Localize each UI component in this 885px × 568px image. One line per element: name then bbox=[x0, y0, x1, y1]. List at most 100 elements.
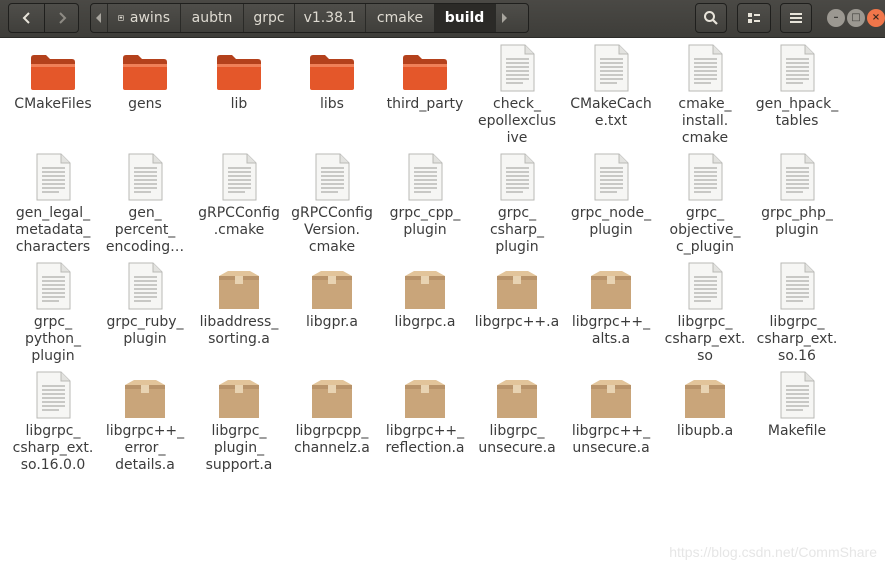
file-item[interactable]: grpc_node_ plugin bbox=[565, 153, 657, 239]
text-file-icon bbox=[215, 153, 263, 201]
file-label: libgrpc++.a bbox=[474, 314, 560, 330]
file-label: CMakeFiles bbox=[14, 96, 92, 112]
text-file-icon bbox=[121, 262, 169, 310]
file-item[interactable]: gen_hpack_ tables bbox=[751, 44, 843, 130]
file-label: libgrpc_ plugin_ support.a bbox=[205, 423, 273, 473]
search-button[interactable] bbox=[695, 3, 727, 33]
menu-button[interactable] bbox=[780, 3, 812, 33]
hamburger-menu-icon bbox=[790, 13, 802, 23]
breadcrumb-item-build[interactable]: build bbox=[435, 4, 495, 32]
file-item[interactable]: gen_legal_ metadata_ characters bbox=[7, 153, 99, 256]
file-label: gen_ percent_ encoding… bbox=[105, 205, 185, 255]
file-item[interactable]: libgrpc++_ unsecure.a bbox=[565, 371, 657, 457]
folder-item[interactable]: CMakeFiles bbox=[7, 44, 99, 113]
file-label: libgrpc++_ alts.a bbox=[571, 314, 651, 347]
archive-file-icon bbox=[308, 262, 356, 310]
file-label: libgpr.a bbox=[306, 314, 358, 330]
folder-icon bbox=[121, 44, 169, 92]
path-scroll-right-button[interactable] bbox=[495, 4, 512, 32]
breadcrumb-label: cmake bbox=[376, 10, 424, 26]
chevron-left-icon bbox=[96, 13, 101, 23]
file-label: libs bbox=[320, 96, 344, 112]
file-item[interactable]: grpc_ruby_ plugin bbox=[99, 262, 191, 348]
minimize-button[interactable]: – bbox=[827, 9, 845, 27]
file-label: CMakeCach e.txt bbox=[570, 96, 652, 129]
file-label: third_party bbox=[386, 96, 464, 112]
file-item[interactable]: libgrpc_ csharp_ext. so bbox=[659, 262, 751, 365]
file-item[interactable]: libupb.a bbox=[659, 371, 751, 440]
text-file-icon bbox=[587, 44, 635, 92]
search-icon bbox=[704, 11, 718, 25]
file-item[interactable]: cmake_ install. cmake bbox=[659, 44, 751, 147]
file-item[interactable]: libgrpc++_ error_ details.a bbox=[99, 371, 191, 474]
file-label: libgrpc_ csharp_ext. so.16.0.0 bbox=[12, 423, 94, 473]
file-label: gRPCConfig Version. cmake bbox=[291, 205, 373, 255]
breadcrumb-item-grpc[interactable]: grpc bbox=[244, 4, 295, 32]
file-item[interactable]: libgrpc_ csharp_ext. so.16.0.0 bbox=[7, 371, 99, 474]
file-item[interactable]: grpc_cpp_ plugin bbox=[379, 153, 471, 239]
archive-file-icon bbox=[215, 371, 263, 419]
view-options-button[interactable] bbox=[737, 3, 771, 33]
forward-button[interactable] bbox=[45, 3, 79, 33]
file-label: libgrpc.a bbox=[394, 314, 456, 330]
file-item[interactable]: libgrpc++.a bbox=[471, 262, 563, 331]
file-item[interactable]: grpc_php_ plugin bbox=[751, 153, 843, 239]
text-file-icon bbox=[773, 44, 821, 92]
file-item[interactable]: libaddress_ sorting.a bbox=[193, 262, 285, 348]
file-item[interactable]: grpc_ objective_ c_plugin bbox=[659, 153, 751, 256]
path-scroll-left-button[interactable] bbox=[91, 4, 108, 32]
text-file-icon bbox=[681, 262, 729, 310]
file-item[interactable]: libgrpc.a bbox=[379, 262, 471, 331]
folder-item[interactable]: third_party bbox=[379, 44, 471, 113]
archive-file-icon bbox=[308, 371, 356, 419]
file-item[interactable]: check_ epollexclus ive bbox=[471, 44, 563, 147]
breadcrumb-label: awins bbox=[129, 10, 170, 26]
text-file-icon bbox=[29, 262, 77, 310]
view-options-icon bbox=[748, 13, 760, 23]
file-label: libgrpc++_ unsecure.a bbox=[571, 423, 651, 456]
chevron-left-icon bbox=[22, 12, 30, 24]
file-item[interactable]: Makefile bbox=[751, 371, 843, 440]
file-item[interactable]: libgrpc_ plugin_ support.a bbox=[193, 371, 285, 474]
file-label: grpc_ python_ plugin bbox=[25, 314, 81, 364]
file-item[interactable]: gRPCConfig Version. cmake bbox=[286, 153, 378, 256]
file-item[interactable]: CMakeCach e.txt bbox=[565, 44, 657, 130]
folder-item[interactable]: lib bbox=[193, 44, 285, 113]
text-file-icon bbox=[29, 371, 77, 419]
file-item[interactable]: gen_ percent_ encoding… bbox=[99, 153, 191, 256]
file-label: Makefile bbox=[767, 423, 827, 439]
file-item[interactable]: grpc_ python_ plugin bbox=[7, 262, 99, 365]
maximize-button[interactable]: □ bbox=[847, 9, 865, 27]
chevron-right-icon bbox=[58, 12, 66, 24]
breadcrumb-item-aubtn[interactable]: aubtn bbox=[181, 4, 244, 32]
folder-item[interactable]: gens bbox=[99, 44, 191, 113]
file-label: grpc_node_ plugin bbox=[570, 205, 652, 238]
archive-file-icon bbox=[401, 262, 449, 310]
file-item[interactable]: libgpr.a bbox=[286, 262, 378, 331]
file-item[interactable]: libgrpc++_ reflection.a bbox=[379, 371, 471, 457]
folder-icon bbox=[401, 44, 449, 92]
text-file-icon bbox=[681, 153, 729, 201]
folder-icon bbox=[215, 44, 263, 92]
file-item[interactable]: libgrpc_ unsecure.a bbox=[471, 371, 563, 457]
archive-file-icon bbox=[587, 371, 635, 419]
file-item[interactable]: libgrpc++_ alts.a bbox=[565, 262, 657, 348]
file-item[interactable]: libgrpcpp_ channelz.a bbox=[286, 371, 378, 457]
breadcrumb-item-cmake[interactable]: cmake bbox=[366, 4, 435, 32]
file-item[interactable]: libgrpc_ csharp_ext. so.16 bbox=[751, 262, 843, 365]
breadcrumb-item-v1-38-1[interactable]: v1.38.1 bbox=[295, 4, 366, 32]
file-label: gen_hpack_ tables bbox=[755, 96, 839, 129]
archive-file-icon bbox=[587, 262, 635, 310]
text-file-icon bbox=[401, 153, 449, 201]
back-button[interactable] bbox=[8, 3, 45, 33]
file-item[interactable]: gRPCConfig .cmake bbox=[193, 153, 285, 239]
folder-item[interactable]: libs bbox=[286, 44, 378, 113]
text-file-icon bbox=[773, 371, 821, 419]
text-file-icon bbox=[29, 153, 77, 201]
file-item[interactable]: grpc_ csharp_ plugin bbox=[471, 153, 563, 256]
file-label: grpc_cpp_ plugin bbox=[389, 205, 461, 238]
breadcrumb-item-awins[interactable]: awins bbox=[108, 4, 181, 32]
archive-file-icon bbox=[401, 371, 449, 419]
close-button[interactable]: × bbox=[867, 9, 885, 27]
file-label: cmake_ install. cmake bbox=[678, 96, 732, 146]
